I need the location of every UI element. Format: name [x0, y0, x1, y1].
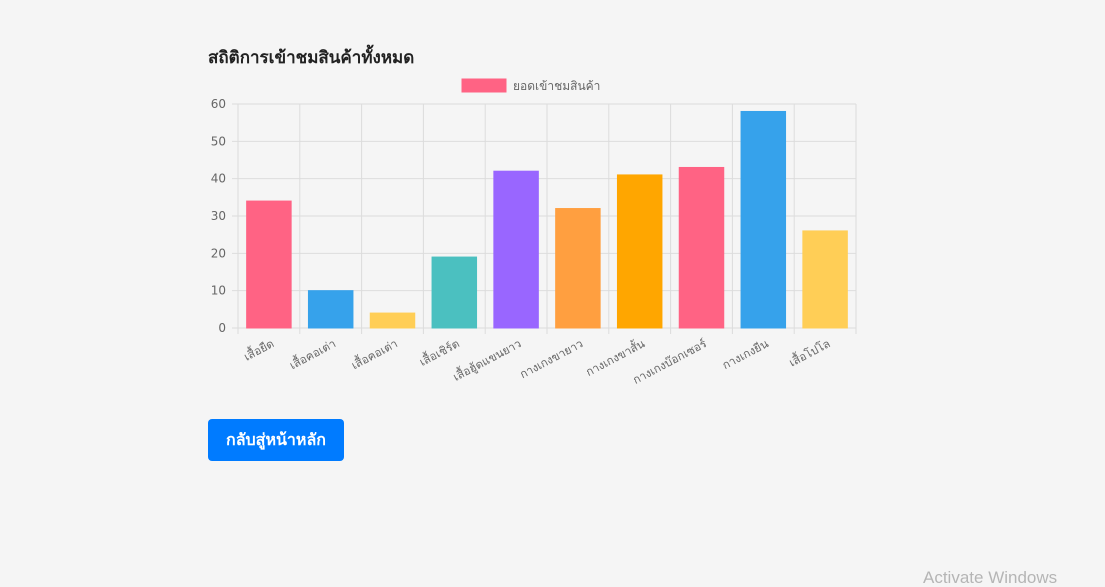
- bar: [740, 110, 787, 329]
- back-to-home-button[interactable]: กลับสู่หน้าหลัก: [208, 419, 344, 461]
- bar: [493, 170, 539, 329]
- y-axis-ticks: 0 10 20 30 40 50 60: [211, 97, 226, 335]
- bar: [616, 174, 663, 329]
- x-tick-label: เสื้อฮู้ดแขนยาว: [450, 335, 523, 384]
- bar: [555, 208, 601, 329]
- chart-legend: ยอดเข้าชมสินค้า: [461, 78, 600, 93]
- y-tick-label: 50: [211, 134, 226, 148]
- bar-chart: ยอดเข้าชมสินค้า 0102030405060 เสื้อยืด เส…: [211, 78, 857, 387]
- y-tick-label: 20: [211, 246, 226, 260]
- x-tick-label: เสื้อเชิร์ต: [416, 335, 461, 369]
- x-axis-ticks: เสื้อยืด เสื้อคอเต่า เสื้อคอเต่า เสื้อเชิร์…: [241, 335, 833, 387]
- y-tick-label: 10: [211, 284, 226, 298]
- bar: [246, 200, 292, 329]
- legend-label: ยอดเข้าชมสินค้า: [513, 79, 600, 93]
- x-tick-label: กางเกงขายาว: [517, 336, 585, 381]
- y-tick-label: 60: [211, 97, 226, 111]
- page: สถิติการเข้าชมสินค้าทั้งหมด ยอดเข้าชมสิน…: [0, 0, 1105, 587]
- bar: [802, 230, 848, 329]
- windows-activation-watermark: Activate Windows: [923, 568, 1058, 587]
- y-tick-label: 40: [211, 172, 226, 186]
- bar: [678, 166, 725, 329]
- x-tick-label: เสื้อคอเต่า: [287, 335, 338, 372]
- x-tick-label: เสื้อยืด: [241, 335, 276, 363]
- bar: [369, 312, 416, 329]
- x-tick-label: เสื้อคอเต่า: [348, 335, 399, 372]
- legend-swatch: [461, 78, 507, 93]
- x-tick-label: เสื้อโปโล: [786, 335, 832, 369]
- y-tick-label: 0: [218, 321, 226, 335]
- y-tick-label: 30: [211, 209, 226, 223]
- bar: [307, 290, 354, 329]
- page-title: สถิติการเข้าชมสินค้าทั้งหมด: [208, 48, 415, 68]
- bar: [431, 256, 478, 329]
- x-tick-label: กางเกงยีน: [720, 336, 771, 372]
